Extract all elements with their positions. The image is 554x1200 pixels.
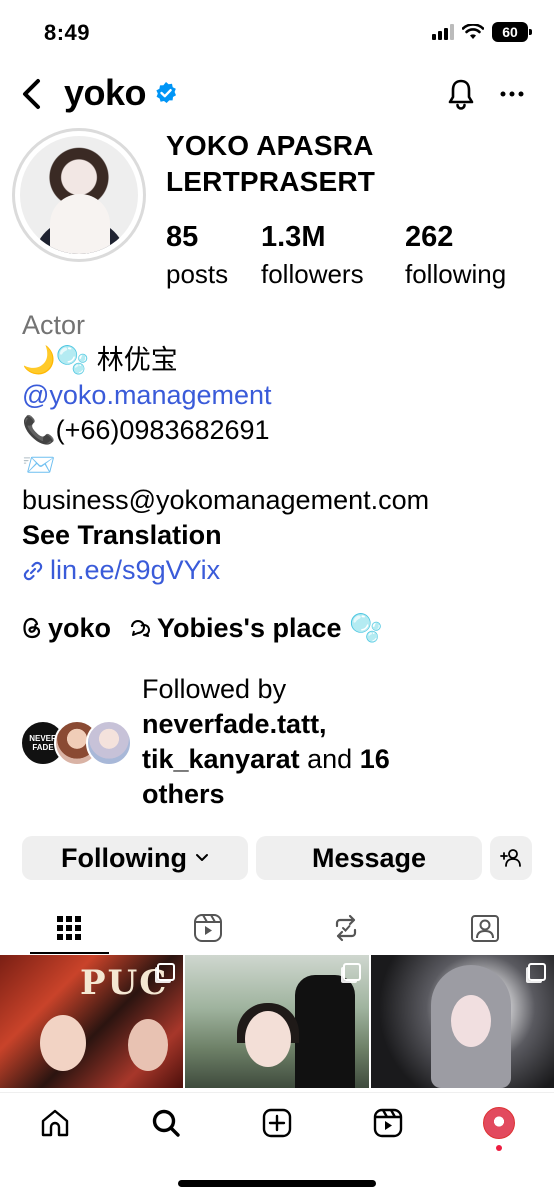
signal-icon [432,24,454,40]
carousel-icon [342,963,361,981]
stat-followers-label: followers [261,259,364,289]
search-icon [152,1109,180,1137]
profile-photo [20,136,138,254]
profile-bio: Actor 🌙🫧 林优宝 @yoko.management 📞(+66)0983… [22,308,542,588]
reels-nav-icon [373,1108,402,1137]
bottom-navigation [0,1092,554,1152]
nav-create[interactable] [222,1093,333,1152]
stat-posts-value: 85 [166,221,199,253]
threads-badge[interactable]: yoko [22,613,111,644]
home-icon [42,1109,69,1136]
channel-icon [131,620,150,637]
channel-name: Yobies's place 🫧 [157,613,383,643]
mutual-count: 16 [359,744,390,774]
profile-avatar[interactable] [12,128,146,262]
bio-phone: 📞(+66)0983682691 [22,415,270,445]
post-thumbnail-3[interactable] [370,955,554,1088]
status-icons: 60 [432,22,532,42]
stat-following-value: 262 [405,221,454,253]
battery-icon: 60 [492,22,532,42]
mutual-avatar-3 [86,720,132,766]
bio-external-link[interactable]: lin.ee/s9gVYix [22,553,542,588]
home-indicator [178,1180,376,1187]
nav-search[interactable] [111,1093,222,1152]
bio-category: Actor [22,310,86,340]
mutual-others: others [142,779,225,809]
nav-reels[interactable] [332,1093,443,1152]
verified-badge-icon [156,82,177,103]
chevron-left-icon [23,79,40,109]
tab-tagged[interactable] [416,902,554,954]
followed-by-and: and [307,744,353,774]
reels-icon [193,914,222,942]
bio-email-emoji: 📨 [22,450,56,480]
threads-name: yoko [48,612,112,643]
tab-reels[interactable] [139,902,278,954]
tab-posts-grid[interactable] [0,902,139,954]
back-button[interactable] [14,72,48,116]
bell-icon [448,79,474,110]
create-post-icon [262,1108,292,1137]
tab-reposts[interactable] [277,902,416,954]
stat-following-label: following [405,259,507,289]
wifi-icon [462,24,484,39]
nav-home[interactable] [0,1093,111,1152]
bio-mention-link[interactable]: @yoko.management [22,378,542,413]
stat-followers-value: 1.3M [261,221,326,253]
mutual-user-1: neverfade.tatt, [142,709,327,739]
stat-posts: 85 posts [166,218,228,292]
more-options-button[interactable] [496,80,528,108]
posts-grid: PUC [0,955,554,1088]
message-button-label: Message [311,842,427,873]
add-user-icon [500,849,521,867]
bio-line-name: 🌙🫧 林优宝 [22,345,178,375]
profile-username-header: yoko [64,72,178,114]
more-horizontal-icon [500,91,524,97]
bio-email: business@yokomanagement.com [22,485,430,515]
stat-following[interactable]: 262 following [405,218,506,292]
notification-dot [495,1145,502,1151]
repost-icon [336,914,357,942]
status-time: 8:49 [44,20,91,45]
followed-by-prefix: Followed by [142,674,287,704]
profile-tabs [0,902,554,954]
followed-by-text[interactable]: Followed by neverfade.tatt, tik_kanyarat… [142,672,482,812]
profile-full-name: YOKO APASRA LERTPRASERT [166,130,376,197]
stat-followers[interactable]: 1.3M followers [261,218,364,292]
carousel-icon [157,963,176,981]
mutual-followers-avatars[interactable]: NEVER FADE [20,720,132,768]
post-thumbnail-2[interactable] [185,955,369,1088]
link-icon [23,561,43,580]
notifications-button[interactable] [444,76,478,112]
threads-row: yoko Yobies's place 🫧 [22,612,383,644]
nav-profile[interactable] [443,1093,554,1152]
profile-nav-avatar [482,1106,515,1139]
broadcast-channel[interactable]: Yobies's place 🫧 [129,612,383,644]
bio-link-text: lin.ee/s9gVYix [50,555,221,585]
grid-icon [57,916,82,940]
battery-level: 60 [502,24,518,40]
chevron-down-icon [195,854,208,861]
message-button[interactable]: Message [256,836,482,880]
stat-posts-label: posts [166,259,229,289]
post-1-overlay-text: PUC [80,963,169,1003]
threads-icon [23,617,41,639]
following-button-label: Following [61,842,187,873]
tagged-person-icon [470,915,499,942]
see-translation-link[interactable]: See Translation [22,518,542,553]
carousel-icon [527,963,546,981]
suggested-users-button[interactable] [490,836,532,880]
post-thumbnail-1[interactable]: PUC [0,955,184,1088]
mutual-user-2: tik_kanyarat [142,744,300,774]
username-title: yoko [64,72,147,113]
following-button[interactable]: Following [22,836,248,880]
